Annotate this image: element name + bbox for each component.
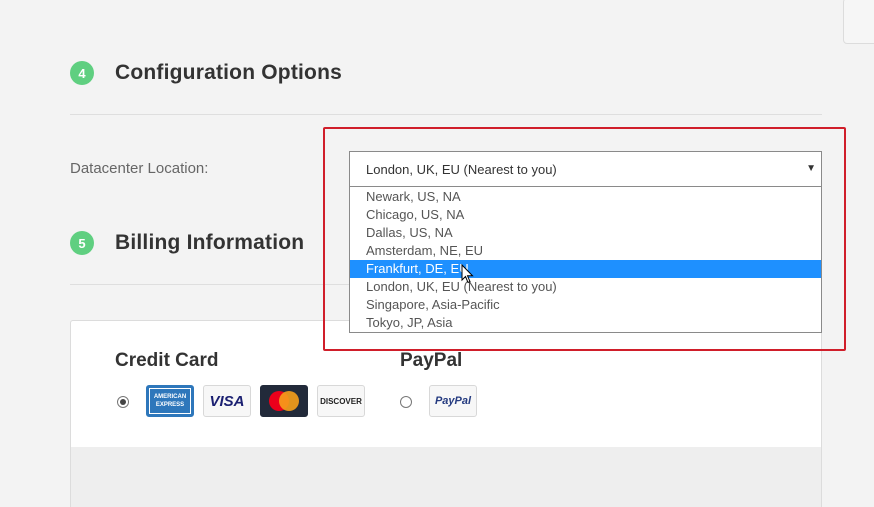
mastercard-circles-icon: [269, 391, 299, 411]
amex-logo-text: AMERICAN: [153, 394, 187, 400]
paypal-title: PayPal: [400, 350, 463, 371]
amex-logo-icon: AMERICAN EXPRESS: [146, 385, 194, 417]
mastercard-logo-icon: [260, 385, 308, 417]
paypal-radio[interactable]: [400, 396, 412, 408]
mouse-cursor-icon: [461, 264, 474, 284]
section-divider: [70, 114, 822, 115]
step-number-badge: 4: [70, 61, 94, 85]
section-title: Configuration Options: [115, 61, 342, 84]
top-right-card-edge: [843, 0, 874, 44]
step-number-badge: 5: [70, 231, 94, 255]
paypal-logo-text: PayPal: [434, 395, 472, 407]
amex-logo-text: EXPRESS: [155, 402, 185, 408]
annotation-highlight-box: [323, 127, 846, 351]
discover-logo-icon: DISCOVER: [317, 385, 365, 417]
datacenter-label: Datacenter Location:: [70, 160, 209, 177]
section-configuration-header: 4 Configuration Options: [70, 61, 342, 85]
payment-details-area: [70, 447, 822, 507]
visa-logo-text: VISA: [209, 392, 245, 410]
section-billing-header: 5 Billing Information: [70, 231, 304, 255]
paypal-logo-icon: PayPal: [429, 385, 477, 417]
credit-card-title: Credit Card: [115, 350, 219, 371]
visa-logo-icon: VISA: [203, 385, 251, 417]
discover-logo-text: DISCOVER: [320, 396, 362, 406]
credit-card-radio[interactable]: [117, 396, 129, 408]
section-title: Billing Information: [115, 231, 305, 254]
